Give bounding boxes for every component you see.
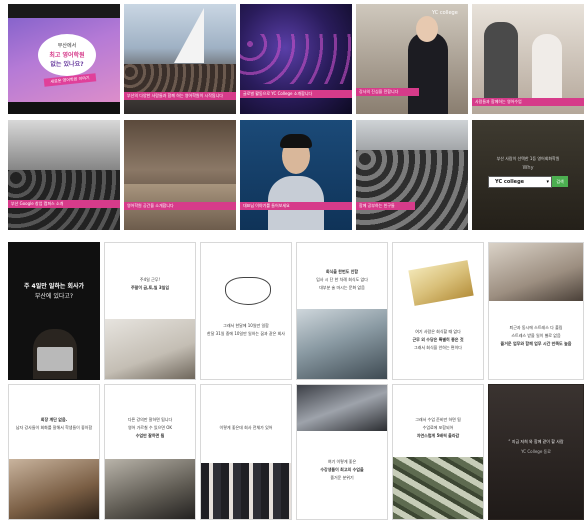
cheers-photo	[297, 385, 387, 431]
card-r2-2-line3: 수업만 잘하면 됨	[135, 433, 165, 438]
card-r2-6-line1: “ 지금 저희 와 함께 같이 할 사람	[508, 439, 564, 444]
card-r2-3-line1: 이렇게 좋은데 회사 전체가 있어	[219, 425, 273, 430]
dollar-bills-photo	[393, 457, 483, 519]
card-r1-5[interactable]: 여기 사람은 회식할 때 없다 근무 외 수당은 특별히 좋은 것 그래서 회식…	[392, 242, 484, 380]
card-r1-6-line3: 즐거운 업무와 함께 업무 시간 만족도 높음	[500, 341, 572, 346]
search-button[interactable]: 검색	[552, 176, 568, 187]
card-r1-1-title: 주 4일만 일하는 회사가	[23, 283, 85, 290]
card-r1-6-line2: 스트레스 받을 일이 별로 없음	[511, 333, 561, 338]
thumb-r1-4[interactable]: YC college 강사의 진심을 전합니다	[356, 4, 468, 114]
search-headline: 부산 사람이 선택한 1등 영어회화학원	[496, 156, 560, 161]
thumb-r1-5-caption: 사람들과 함께하는 영어수업	[472, 98, 584, 106]
card-r2-5[interactable]: 그래서 수업 준비만 하면 됨 수업료에 포함되어 자연스럽게 5배씩 올라감	[392, 384, 484, 520]
card-r2-4-line3: 즐거운 분위기	[330, 475, 354, 480]
thumb-r1-2-caption: 부산의 다양한 사람들과 함께 하는 영어학원이 시작됩니다	[124, 92, 236, 100]
thumb-r2-1-caption: 부산 Google 창업 캠퍼스 소개	[8, 200, 120, 208]
man-in-suit	[408, 32, 448, 114]
card-r1-4-line2: 입사 시 단 한 차례 회식도 없다	[316, 277, 368, 282]
thumb-r1-1[interactable]: 부산에서 최고 영어학원 없는 있나요? 새로운 영어학원 이야기	[8, 4, 120, 114]
guitar-photo	[9, 459, 99, 519]
card-r2-6-line2: YC College 동료	[521, 449, 551, 454]
card-r1-2-line1: 주4일 근무!	[139, 277, 161, 282]
thumb-r2-4[interactable]: 함께 공부하는 친구들	[356, 120, 468, 230]
card-r2-5-line1: 그래서 수업 준비만 하면 됨	[415, 417, 461, 422]
card-r2-1-line2: 남자 강사들이 회화를 잘해서 학생들이 좋아함	[15, 425, 93, 430]
thumb-r1-5[interactable]: 사람들과 함께하는 영어수업	[472, 4, 584, 114]
card-r2-5-line3: 자연스럽게 5배씩 올라감	[416, 433, 460, 438]
card-r1-4-line1: 회식을 한번도 안함	[325, 269, 359, 274]
card-r1-5-line2: 근무 외 수당은 특별히 좋은 것	[412, 337, 464, 342]
logo-text: YC college	[432, 10, 458, 16]
money-stack-photo	[408, 260, 474, 306]
laptop-icon	[37, 347, 73, 371]
card-r2-1-line1: 회장 계단 없음.	[40, 417, 68, 422]
card-r1-5-line3: 그래서 회식을 안하는 편이다	[414, 345, 462, 350]
card-r1-6[interactable]: 퇴근과 동시에 스트레스 다 풀림 스트레스 받을 일이 별로 없음 즐거운 업…	[488, 242, 584, 380]
desk-photo	[489, 243, 583, 301]
thumb-r2-2-caption: 영어학원 공간을 소개합니다	[124, 202, 236, 210]
chevron-down-icon: ▾	[546, 179, 549, 185]
card-r1-5-line1: 여기 사람은 회식할 때 없다	[415, 329, 461, 334]
thumb-r1-2[interactable]: 부산의 다양한 사람들과 함께 하는 영어학원이 시작됩니다	[124, 4, 236, 114]
bubble-line-2: 최고 영어학원	[49, 52, 85, 59]
person-right	[532, 34, 562, 104]
card-r2-1[interactable]: 회장 계단 없음. 남자 강사들이 회화를 잘해서 학생들이 좋아함	[8, 384, 100, 520]
card-r2-6[interactable]: “ 지금 저희 와 함께 같이 할 사람 YC College 동료	[488, 384, 584, 520]
card-r1-3-line1: 그래서 한달에 10일만 일함	[223, 323, 269, 328]
crowd-shape	[124, 64, 236, 94]
notebook-photo	[105, 319, 195, 379]
card-r1-3-line2: 한달 31일 중에 10일만 일하는 꿈과 같은 회사	[207, 331, 285, 336]
thumb-r2-5[interactable]: 부산 사람이 선택한 1등 영어회화학원 Why YC college ▾ 검색	[472, 120, 584, 230]
thumb-r2-3[interactable]: 대표님 이야기를 들어보세요	[240, 120, 352, 230]
face	[416, 16, 438, 42]
thumb-r2-3-caption: 대표님 이야기를 들어보세요	[240, 202, 352, 210]
card-r1-4[interactable]: 회식을 한번도 안함 입사 시 단 한 차례 회식도 없다 대부분 술 마시는 …	[296, 242, 388, 380]
team-photo	[201, 463, 291, 519]
college-select[interactable]: YC college ▾	[488, 176, 552, 188]
card-r1-3[interactable]: 그래서 한달에 10일만 일함 한달 31일 중에 10일만 일하는 꿈과 같은…	[200, 242, 292, 380]
card-r1-1[interactable]: 주 4일만 일하는 회사가 부산에 있다고?	[8, 242, 100, 380]
card-r2-3[interactable]: 이렇게 좋은데 회사 전체가 있어	[200, 384, 292, 520]
portrait-hair	[280, 134, 312, 148]
card-r1-4-line3: 대부분 술 마시는 문화 없음	[319, 285, 365, 290]
thumb-r1-1-bottom-strip	[8, 102, 120, 114]
thumb-r2-1[interactable]: 부산 Google 창업 캠퍼스 소개	[8, 120, 120, 230]
card-r1-1-subtitle: 부산에 있다고?	[34, 293, 74, 300]
college-select-value: YC college	[495, 179, 525, 185]
thumb-r1-4-caption: 강사의 진심을 전합니다	[356, 88, 419, 96]
card-r2-4-line2: 수강생들이 최고의 수업을	[320, 467, 364, 472]
pink-ribbon: 새로운 영어학원 이야기	[43, 73, 97, 87]
bubble-line-3: 없는 있나요?	[50, 61, 84, 68]
search-subline: Why	[522, 165, 534, 171]
thumb-r2-4-caption: 함께 공부하는 친구들	[356, 202, 415, 210]
person-left	[484, 22, 518, 102]
party-lights	[240, 34, 352, 84]
bubble-line-1: 부산에서	[57, 43, 77, 49]
card-r2-5-line2: 수업료에 포함되어	[422, 425, 454, 430]
card-r2-4[interactable]: 여기 이렇게 좋은 수강생들이 최고의 수업을 즐거운 분위기	[296, 384, 388, 520]
thumb-r1-3-caption: 글로벌 활동으로 YC College 소개합니다	[240, 90, 352, 98]
thumb-r1-1-top-strip	[8, 4, 120, 18]
card-r2-2-line2: 영어 가르칠 수 있으면 OK	[128, 425, 172, 430]
toast-photo	[297, 309, 387, 379]
group-shape	[356, 150, 468, 230]
card-r1-6-line1: 퇴근과 동시에 스트레스 다 풀림	[509, 325, 563, 330]
sail-shape	[174, 8, 204, 63]
card-r2-2-line1: 다른 강의만 잘하면 됩니다	[127, 417, 173, 422]
card-r2-2[interactable]: 다른 강의만 잘하면 됩니다 영어 가르칠 수 있으면 OK 수업만 잘하면 됨	[104, 384, 196, 520]
card-r1-2-line2: 주말이 금,토,일 3일입	[130, 285, 170, 290]
thumb-r1-3[interactable]: 글로벌 활동으로 YC College 소개합니다	[240, 4, 352, 114]
classroom-photo	[105, 459, 195, 519]
meme-face-icon	[225, 277, 271, 305]
card-r1-2[interactable]: 주4일 근무! 주말이 금,토,일 3일입	[104, 242, 196, 380]
card-r2-4-line1: 여기 이렇게 좋은	[327, 459, 357, 464]
thumb-r2-2[interactable]: 영어학원 공간을 소개합니다	[124, 120, 236, 230]
